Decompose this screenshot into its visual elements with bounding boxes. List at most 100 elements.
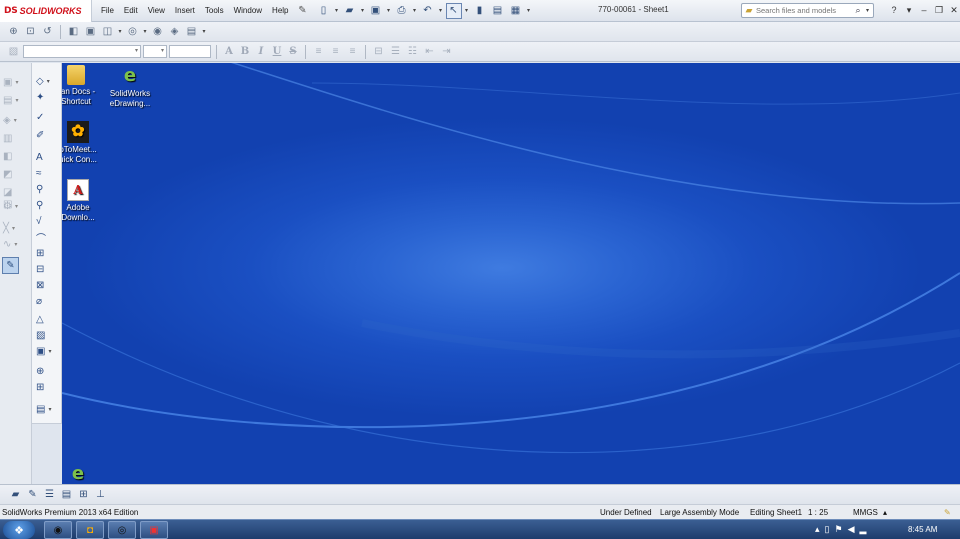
section-view-side-icon[interactable]: ◧ (3, 147, 29, 165)
align-right-icon[interactable]: ≡ (345, 44, 360, 59)
model-view-icon[interactable]: ▣ ▾ (3, 73, 29, 91)
smart-dimension-icon[interactable]: ◇ ▾ (36, 73, 58, 89)
open-dropdown-icon[interactable]: ▾ (360, 7, 366, 14)
help-dropdown-icon[interactable]: ▾ (903, 3, 915, 17)
align-center-icon[interactable]: ≡ (328, 44, 343, 59)
taskbar-outlook-icon[interactable]: ◘ (76, 521, 104, 539)
tooltip-icon[interactable]: ✎ (944, 508, 951, 517)
taskbar-network-icon[interactable]: ◎ (108, 521, 136, 539)
menu-window[interactable]: Window (229, 4, 267, 17)
open-folder-icon[interactable]: ▰ (8, 487, 23, 502)
display-style-dropdown-icon[interactable]: ▾ (117, 28, 123, 35)
stack-icon[interactable]: ⊟ (371, 44, 386, 59)
projected-view-icon[interactable]: ◈ ▾ (3, 111, 29, 129)
format-painter-icon[interactable]: ✐ (36, 127, 58, 143)
color-display-mode-icon[interactable]: ⊥ (93, 487, 108, 502)
geometric-tolerance-icon[interactable]: ⊟ (36, 261, 58, 277)
weld-symbol-icon[interactable]: ⌒ (36, 229, 58, 245)
select-dropdown-icon[interactable]: ▾ (464, 7, 470, 14)
view-orientation-icon[interactable]: ▣ (83, 24, 98, 39)
note-icon[interactable]: A (36, 149, 58, 165)
desktop-icon-edrawings-partial[interactable]: e (62, 463, 106, 484)
auto-balloon-icon[interactable]: ⚲ (36, 197, 58, 213)
save-dropdown-icon[interactable]: ▾ (386, 7, 392, 14)
rebuild-icon[interactable]: ▮ (472, 3, 488, 19)
blocks-icon[interactable]: △ (36, 311, 58, 327)
numbering-icon[interactable]: ☷ (405, 44, 420, 59)
line-style-select[interactable] (169, 45, 211, 58)
volume-icon[interactable]: ◀ (848, 524, 855, 535)
save-icon[interactable]: ▣ (368, 3, 384, 19)
search-folder-icon[interactable]: ▰ (742, 4, 756, 17)
display-style-icon[interactable]: ◫ (100, 24, 115, 39)
balloon-icon[interactable]: ⚲ (36, 181, 58, 197)
undo-dropdown-icon[interactable]: ▾ (438, 7, 444, 14)
decrease-indent-icon[interactable]: ⇤ (422, 44, 437, 59)
datum-target-icon[interactable]: ⌀ (36, 293, 58, 309)
taskbar-solidworks-icon[interactable]: ▣ (140, 521, 168, 539)
font-size-select[interactable]: ▾ (143, 45, 167, 58)
strikethrough-icon[interactable]: S (286, 46, 300, 57)
spell-checker-icon[interactable]: ✓ (36, 109, 58, 125)
undo-icon[interactable]: ↶ (420, 3, 436, 19)
action-center-icon[interactable]: ⚑ (834, 524, 842, 535)
network-signal-icon[interactable]: ▂ (859, 524, 866, 535)
pin-menu-icon[interactable]: ✎ (296, 4, 310, 18)
new-dropdown-icon[interactable]: ▾ (334, 7, 340, 14)
view-settings-dropdown-icon[interactable]: ▾ (201, 28, 207, 35)
surface-finish-icon[interactable]: √ (36, 213, 58, 229)
menu-view[interactable]: View (143, 4, 170, 17)
bold-icon[interactable]: B (238, 46, 252, 57)
start-button-icon[interactable]: ❖ (3, 521, 35, 539)
model-items-icon[interactable]: ✦ (36, 89, 58, 105)
rebuild-bottom-icon[interactable]: ✎ (25, 487, 40, 502)
menu-edit[interactable]: Edit (119, 4, 143, 17)
print-icon[interactable]: ⎙ (394, 3, 410, 19)
hole-callout-icon[interactable]: ⊞ (36, 245, 58, 261)
desktop-icon-edrawings[interactable]: e SolidWorks eDrawing... (102, 65, 158, 109)
center-mark-icon[interactable]: ⊕ (36, 363, 58, 379)
hide-show-edges-icon[interactable]: ⊞ (76, 487, 91, 502)
print-dropdown-icon[interactable]: ▾ (412, 7, 418, 14)
taskbar-firefox-icon[interactable]: ◉ (44, 521, 72, 539)
edit-appearance-icon[interactable]: ◉ (150, 24, 165, 39)
tray-app-icon[interactable]: ▯ (825, 524, 830, 535)
desktop-icon-gotomeeting[interactable]: ✿ oToMeet... uick Con... (62, 121, 106, 165)
underline-icon[interactable]: U (270, 46, 284, 57)
new-document-icon[interactable]: ▯ (316, 3, 332, 19)
show-hidden-icons-icon[interactable]: ▴ (815, 524, 820, 535)
italic-icon[interactable]: I (254, 46, 268, 57)
annotation-tab-icon[interactable]: ✎ (2, 257, 19, 274)
graphics-area[interactable]: can Docs - Shortcut e SolidWorks eDrawin… (62, 63, 960, 484)
font-select[interactable]: ▾ (23, 45, 141, 58)
zoom-to-area-icon[interactable]: ⊡ (23, 24, 38, 39)
font-icon[interactable]: A (222, 46, 236, 57)
menu-help[interactable]: Help (267, 4, 293, 17)
select-icon[interactable]: ↖ (445, 2, 462, 19)
restore-icon[interactable]: ❐ (933, 3, 945, 17)
sheet-scale[interactable]: 1 : 25 (808, 508, 828, 517)
view-settings-icon[interactable]: ▤ (184, 24, 199, 39)
menu-insert[interactable]: Insert (170, 4, 200, 17)
search-input[interactable] (756, 6, 852, 15)
previous-view-icon[interactable]: ↺ (40, 24, 55, 39)
menu-tools[interactable]: Tools (200, 4, 229, 17)
alternate-position-icon[interactable]: ⚙ ▾ (3, 197, 29, 215)
options-icon[interactable]: ▦ (508, 3, 524, 19)
taskbar-clock[interactable]: 8:45 AM (908, 525, 937, 534)
detail-view-icon[interactable]: ◩ (3, 165, 29, 183)
search-box[interactable]: ▰ ⌕ ▾ (741, 3, 874, 18)
bullets-icon[interactable]: ☰ (388, 44, 403, 59)
increase-indent-icon[interactable]: ⇥ (439, 44, 454, 59)
spline-icon[interactable]: ∿ ▾ (3, 235, 29, 253)
datum-feature-icon[interactable]: ⊠ (36, 277, 58, 293)
close-icon[interactable]: ✕ (948, 3, 960, 17)
desktop-icon-adobe[interactable]: A Adobe Downlo... (62, 179, 106, 223)
help-icon[interactable]: ? (888, 3, 900, 17)
section-view-icon[interactable]: ◧ (66, 24, 81, 39)
line-style-icon[interactable]: ▤ (59, 487, 74, 502)
units-up-icon[interactable]: ▴ (883, 508, 887, 517)
units-selector[interactable]: MMGS (853, 508, 878, 517)
search-dropdown-icon[interactable]: ▾ (866, 7, 869, 14)
solidworks-logo[interactable]: DS SOLIDWORKS (0, 0, 92, 22)
